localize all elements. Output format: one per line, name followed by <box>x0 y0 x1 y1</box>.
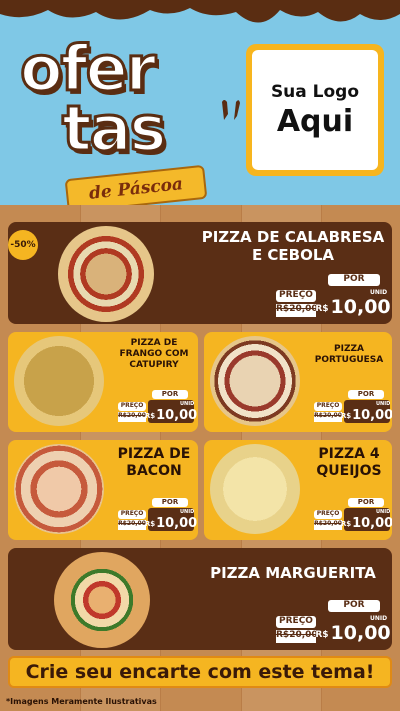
price-tag: POR PREÇO R$20,00 R$ 10,00 UNID <box>276 600 391 646</box>
product-card-frango[interactable]: PIZZA DE FRANGO COM CATUPIRY POR PREÇO R… <box>8 332 198 432</box>
price-tag: POR PREÇO R$20,00 R$ 10,00 UNID <box>314 390 392 426</box>
new-price: 10,00 <box>352 408 392 423</box>
product-name: PIZZA DE BACON <box>117 446 191 479</box>
ribbon-text: de Páscoa <box>88 174 184 204</box>
footnote: *Imagens Meramente Ilustrativas <box>6 697 157 706</box>
title-line2: tas <box>60 91 167 167</box>
old-price: R$20,00 <box>314 520 342 530</box>
preco-label: PREÇO <box>314 402 342 411</box>
new-price: 10,00 <box>352 516 392 531</box>
price-tag: POR PREÇO R$20,00 R$ 10,00 UNID <box>276 274 391 320</box>
product-card-calabresa[interactable]: PIZZA DE CALABRESA E CEBOLA POR PREÇO R$… <box>8 222 392 324</box>
product-name: PIZZA MARGUERITA <box>210 564 376 582</box>
currency: R$ <box>144 412 156 420</box>
por-label: POR <box>348 498 384 507</box>
por-label: POR <box>348 390 384 399</box>
currency: R$ <box>315 630 329 640</box>
new-price: 10,00 <box>156 516 198 531</box>
pizza-portuguesa-image <box>210 336 300 426</box>
ofertas-title: ofer tas de Páscoa <box>14 30 214 205</box>
new-price: 10,00 <box>156 408 198 423</box>
cta-banner[interactable]: Crie seu encarte com este tema! <box>8 656 392 688</box>
easter-ribbon: de Páscoa <box>64 164 208 205</box>
por-label: POR <box>328 274 380 286</box>
currency: R$ <box>340 520 352 528</box>
old-price: R$20,00 <box>118 520 146 530</box>
unit-label: UNID <box>370 289 388 296</box>
preco-label: PREÇO <box>276 290 316 302</box>
por-label: POR <box>152 390 188 399</box>
currency: R$ <box>144 520 156 528</box>
price-tag: POR PREÇO R$20,00 R$ 10,00 UNID <box>314 498 392 534</box>
new-price: 10,00 <box>330 296 391 318</box>
logo-text-line1: Sua Logo <box>270 81 360 102</box>
por-label: POR <box>152 498 188 507</box>
product-card-bacon[interactable]: PIZZA DE BACON POR PREÇO R$20,00 R$ 10,0… <box>8 440 198 540</box>
currency: R$ <box>340 412 352 420</box>
bunny-ears-icon <box>222 100 240 120</box>
unit-label: UNID <box>376 509 391 515</box>
unit-label: UNID <box>180 401 195 407</box>
pizza-bacon-image <box>14 444 104 534</box>
logo-text-line2: Aqui <box>276 103 354 139</box>
unit-label: UNID <box>180 509 195 515</box>
preco-label: PREÇO <box>118 510 146 519</box>
preco-label: PREÇO <box>276 616 316 628</box>
pizza-calabresa-image <box>58 226 154 322</box>
preco-label: PREÇO <box>118 402 146 411</box>
pizza-marguerita-image <box>54 552 150 648</box>
por-label: POR <box>328 600 380 612</box>
logo-inner: Sua Logo Aqui <box>252 50 378 170</box>
pizza-frango-image <box>14 336 104 426</box>
old-price: R$20,00 <box>276 630 318 643</box>
product-name: PIZZA PORTUGUESA <box>314 344 384 365</box>
pizza-4-queijos-image <box>210 444 300 534</box>
product-card-4-queijos[interactable]: PIZZA 4 QUEIJOS POR PREÇO R$20,00 R$ 10,… <box>204 440 392 540</box>
header-banner: ofer tas de Páscoa Sua Logo Aqui <box>0 0 400 205</box>
currency: R$ <box>315 304 329 314</box>
logo-placeholder[interactable]: Sua Logo Aqui <box>246 44 384 176</box>
product-name: PIZZA 4 QUEIJOS <box>316 446 382 479</box>
product-name: PIZZA DE CALABRESA E CEBOLA <box>201 228 385 264</box>
unit-label: UNID <box>376 401 391 407</box>
new-price: 10,00 <box>330 622 391 644</box>
old-price: R$20,00 <box>118 412 146 422</box>
preco-label: PREÇO <box>314 510 342 519</box>
old-price: R$20,00 <box>314 412 342 422</box>
price-tag: POR PREÇO R$20,00 R$ 10,00 UNID <box>118 498 198 534</box>
product-name: PIZZA DE FRANGO COM CATUPIRY <box>119 338 189 370</box>
product-card-portuguesa[interactable]: PIZZA PORTUGUESA POR PREÇO R$20,00 R$ 10… <box>204 332 392 432</box>
discount-badge: -50% <box>8 230 38 260</box>
price-tag: POR PREÇO R$20,00 R$ 10,00 UNID <box>118 390 198 426</box>
unit-label: UNID <box>370 615 388 622</box>
product-card-marguerita[interactable]: PIZZA MARGUERITA POR PREÇO R$20,00 R$ 10… <box>8 548 392 650</box>
old-price: R$20,00 <box>276 304 318 317</box>
